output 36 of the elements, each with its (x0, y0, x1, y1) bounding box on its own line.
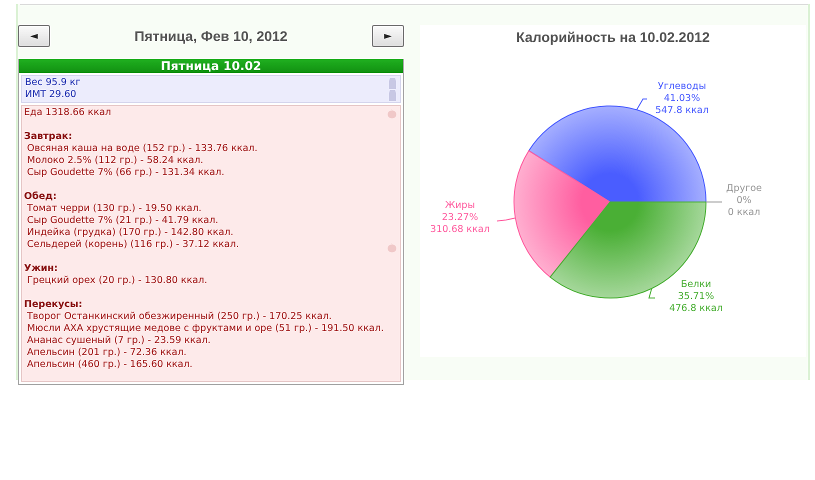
previous-day-button[interactable]: ◄ (18, 25, 50, 47)
slice-label: Белки 35.71% 476.8 ккал (669, 279, 723, 314)
date-title: Пятница, Фев 10, 2012 (134, 28, 288, 44)
food-item: Апельсин (201 гр.) - 72.36 ккал. (26, 347, 188, 359)
chart-title: Калорийность на 10.02.2012 (516, 29, 710, 45)
measurement-text: ИМТ 29.60 (25, 89, 78, 101)
leader-line (648, 288, 656, 298)
meal-title: Перекусы: (24, 299, 84, 311)
food-item: Томат черри (130 гр.) - 19.50 ккал. (26, 203, 203, 215)
food-item: Сыр Goudette 7% (66 гр.) - 131.34 ккал. (26, 167, 226, 179)
next-day-button[interactable]: ► (372, 25, 404, 47)
slice-label: Жиры 23.27% 310.68 ккал (430, 200, 490, 235)
apple-icon[interactable] (387, 109, 397, 119)
food-item: Грецкий орех (20 гр.) - 130.80 ккал. (26, 275, 208, 287)
food-total: Еда 1318.66 ккал (24, 107, 112, 119)
meal-title: Обед: (24, 191, 58, 203)
day-header: Пятница 10.02 (19, 59, 403, 73)
meal-title: Завтрак: (24, 131, 74, 143)
food-item: Ананас сушеный (7 гр.) - 23.59 ккал. (26, 335, 212, 347)
meal-title: Ужин: (24, 263, 59, 275)
food-item: Сыр Goudette 7% (21 гр.) - 41.79 ккал. (26, 215, 220, 227)
measurement-text: Вес 95.9 кг (25, 77, 82, 89)
food-item: Индейка (грудка) (170 гр.) - 142.80 ккал. (26, 227, 234, 239)
food-item: Молоко 2.5% (112 гр.) - 58.24 ккал. (26, 155, 204, 167)
food-item: Сельдерей (корень) (116 гр.) - 37.12 ккал. (26, 239, 240, 251)
jar-icon[interactable] (388, 78, 397, 89)
jar-icon[interactable] (388, 90, 397, 101)
leader-line (496, 218, 516, 222)
apple-icon[interactable] (387, 243, 397, 253)
food-item: Творог Останкинский обезжиренный (250 гр.) - 170.25 ккал. (26, 311, 333, 323)
food-item: Апельсин (460 гр.) - 165.60 ккал. (26, 359, 194, 371)
slice-label: Углеводы 41.03% 547.8 ккал (655, 81, 709, 116)
food-item: Овсяная каша на воде (152 гр.) - 133.76 ккал. (26, 143, 258, 155)
slice-label: Другое 0% 0 ккал (726, 183, 762, 218)
leader-line (636, 98, 648, 110)
food-item: Мюсли АХА хрустящие медове с фруктами и ope (51 гр.) - 191.50 ккал. (26, 323, 385, 335)
